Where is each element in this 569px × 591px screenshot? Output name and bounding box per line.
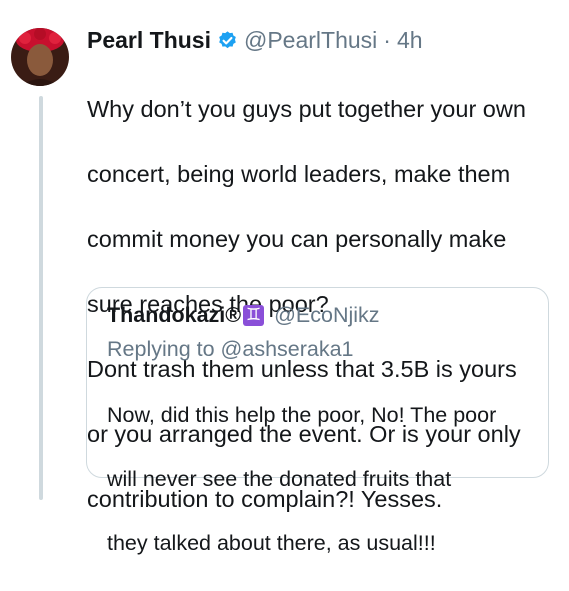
tweet-text-line: concert, being world leaders, make them (87, 160, 511, 187)
tweet-header: Pearl Thusi @PearlThusi · 4h (87, 22, 557, 58)
handle[interactable]: @PearlThusi (244, 22, 377, 58)
quoted-tweet-text: Now, did this help the poor, No! The poo… (107, 367, 530, 591)
quoted-tweet-header: Thandokazi® ♊ @EcoNjikz (107, 300, 530, 330)
display-name[interactable]: Pearl Thusi (87, 22, 211, 58)
thread-line (39, 96, 43, 500)
gemini-emoji-icon: ♊ (243, 304, 265, 326)
quoted-handle[interactable]: @EcoNjikz (274, 300, 379, 330)
quoted-text-line: will never see the donated fruits that (107, 467, 452, 491)
separator-dot: · (383, 27, 391, 53)
avatar[interactable] (11, 28, 69, 86)
quoted-text-line: they talked about there, as usual!!! (107, 531, 436, 555)
avatar-image (11, 28, 69, 86)
quoted-tweet[interactable]: Thandokazi® ♊ @EcoNjikz Replying to @ash… (86, 287, 549, 555)
tweet-text-line: commit money you can personally make (87, 225, 507, 252)
timestamp[interactable]: 4h (397, 22, 423, 58)
quoted-display-name[interactable]: Thandokazi® (107, 300, 241, 330)
tweet-text-line: Why don’t you guys put together your own (87, 95, 526, 122)
verified-badge-icon (217, 30, 238, 51)
quoted-text-line: Now, did this help the poor, No! The poo… (107, 403, 497, 427)
replying-to[interactable]: Replying to @ashseraka1 (107, 334, 530, 364)
